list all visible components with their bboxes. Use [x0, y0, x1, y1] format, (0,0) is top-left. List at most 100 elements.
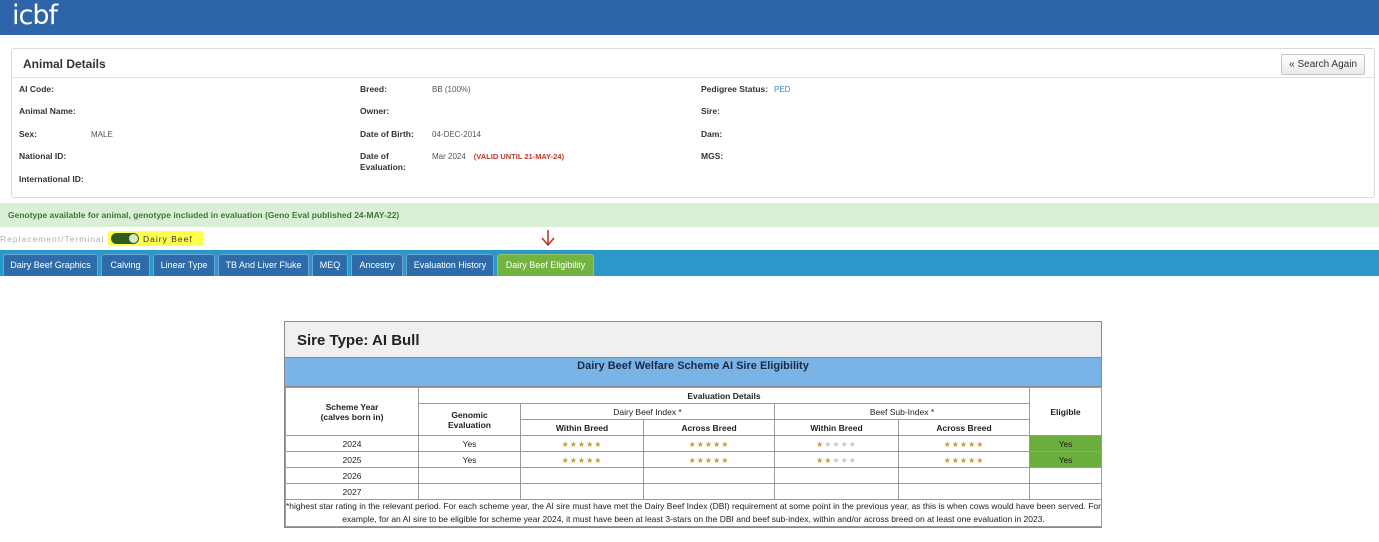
eligibility-footnote: *highest star rating in the relevant per… — [285, 499, 1102, 527]
genotype-notice: Genotype available for animal, genotype … — [0, 203, 1379, 227]
cell-genomic — [418, 467, 521, 484]
tab-evaluation-history[interactable]: Evaluation History — [406, 254, 494, 276]
down-arrow-icon — [541, 230, 555, 247]
field-label: Pedigree Status: — [701, 84, 769, 94]
col-dbi-within-breed: Within Breed — [520, 419, 644, 436]
tab-linear-type[interactable]: Linear Type — [153, 254, 215, 276]
cell-star-rating: ★★★★★ — [898, 435, 1030, 452]
field-label: Breed: — [360, 84, 387, 94]
toggle-knob — [129, 234, 138, 243]
dairy-beef-toggle-switch[interactable] — [111, 233, 139, 244]
header-text: Genomic — [451, 409, 488, 420]
cell-star-rating — [774, 483, 899, 500]
cell-star-rating — [643, 467, 775, 484]
cell-eligible — [1029, 467, 1102, 484]
star-rating: ★★★★★ — [562, 440, 603, 449]
star-icon: ★ — [816, 455, 825, 465]
cell-eligible — [1029, 483, 1102, 500]
cell-genomic — [418, 483, 521, 500]
tab-dairy-beef-eligibility[interactable]: Dairy Beef Eligibility — [497, 254, 594, 276]
star-rating: ★★★★★ — [689, 456, 730, 465]
star-icon: ★ — [959, 455, 969, 465]
cell-star-rating — [898, 467, 1030, 484]
tab-meq[interactable]: MEQ — [312, 254, 348, 276]
star-rating: ★★★★★ — [689, 440, 730, 449]
eligibility-rows: 2024 Yes ★★★★★ ★★★★★ ★★★★★ ★★★★★ Yes 2025 Yes ★★★… — [285, 435, 1102, 500]
star-rating: ★★★★★ — [816, 440, 857, 449]
field-label: Sire: — [701, 106, 720, 116]
star-rating: ★★★★★ — [944, 440, 985, 449]
star-icon: ★ — [951, 439, 960, 449]
field-label: International ID: — [19, 174, 84, 184]
star-icon: ★ — [848, 439, 857, 449]
field-label-line2: Evaluation: — [360, 162, 406, 172]
star-icon: ★ — [696, 455, 705, 465]
col-dairy-beef-index: Dairy Beef Index * — [520, 403, 775, 420]
field-label: MGS: — [701, 151, 724, 161]
field-label: Date of Birth: — [360, 129, 414, 139]
cell-scheme-year: 2025 — [285, 451, 419, 468]
field-label: Owner: — [360, 106, 390, 116]
sire-type-title: Sire Type: AI Bull — [297, 332, 420, 349]
star-icon: ★ — [688, 455, 697, 465]
star-icon: ★ — [569, 439, 578, 449]
tab-dairy-beef-graphics[interactable]: Dairy Beef Graphics — [3, 254, 98, 276]
cell-scheme-year: 2026 — [285, 467, 419, 484]
tab-calving[interactable]: Calving — [101, 254, 150, 276]
cell-star-rating — [774, 467, 899, 484]
cell-genomic: Yes — [418, 435, 521, 452]
star-icon: ★ — [704, 455, 714, 465]
field-label: National ID: — [19, 151, 67, 161]
star-icon: ★ — [721, 455, 730, 465]
field-value: Mar 2024 — [432, 152, 466, 161]
table-row: 2024 Yes ★★★★★ ★★★★★ ★★★★★ ★★★★★ Yes — [285, 435, 1102, 452]
star-icon: ★ — [951, 455, 960, 465]
star-icon: ★ — [832, 439, 841, 449]
star-icon: ★ — [594, 455, 603, 465]
cell-scheme-year: 2027 — [285, 483, 419, 500]
cell-star-rating: ★★★★★ — [898, 451, 1030, 468]
cell-star-rating — [898, 483, 1030, 500]
header-text: Evaluation — [448, 419, 491, 430]
field-label: AI Code: — [19, 84, 54, 94]
footnote-row: *highest star rating in the relevant per… — [285, 499, 1102, 527]
col-beef-sub-index: Beef Sub-Index * — [774, 403, 1030, 420]
col-genomic-evaluation: Genomic Evaluation — [418, 403, 521, 436]
cell-scheme-year: 2024 — [285, 435, 419, 452]
star-icon: ★ — [848, 455, 857, 465]
star-icon: ★ — [569, 455, 578, 465]
table-row: 2027 — [285, 483, 1102, 500]
cell-star-rating — [520, 483, 644, 500]
star-icon: ★ — [561, 439, 570, 449]
evaluation-toggle-row: Replacement/Terminal Dairy Beef — [0, 230, 400, 248]
valid-until-note: (VALID UNTIL 21-MAY-24) — [473, 152, 565, 161]
field-label: Sex: — [19, 129, 37, 139]
tab-ancestry[interactable]: Ancestry — [351, 254, 403, 276]
star-icon: ★ — [561, 455, 570, 465]
tab-bar: Dairy Beef Graphics Calving Linear Type … — [0, 250, 1379, 276]
star-icon: ★ — [976, 439, 985, 449]
icbf-logo[interactable]: icbf — [12, 2, 58, 30]
cell-genomic: Yes — [418, 451, 521, 468]
field-label: Animal Name: — [19, 106, 76, 116]
panel-title: Animal Details — [23, 57, 106, 71]
cell-star-rating: ★★★★★ — [520, 451, 644, 468]
star-icon: ★ — [943, 439, 952, 449]
col-evaluation-details: Evaluation Details — [418, 387, 1030, 404]
header-text: Scheme Year — [325, 401, 379, 412]
col-beef-within-breed: Within Breed — [774, 419, 899, 436]
cell-star-rating: ★★★★★ — [520, 435, 644, 452]
field-label: Dam: — [701, 129, 723, 139]
card-header: Sire Type: AI Bull — [285, 322, 1101, 358]
eligibility-card: Sire Type: AI Bull Dairy Beef Welfare Sc… — [284, 321, 1102, 528]
animal-details-panel: Animal Details « Search Again AI Code: A… — [11, 48, 1375, 198]
search-again-button[interactable]: « Search Again — [1281, 54, 1365, 75]
cell-eligible: Yes — [1029, 435, 1102, 452]
col-scheme-year: Scheme Year (calves born in) — [285, 387, 419, 436]
star-rating: ★★★★★ — [816, 456, 857, 465]
tab-tb-and-liver-fluke[interactable]: TB And Liver Fluke — [218, 254, 309, 276]
panel-header: Animal Details « Search Again — [12, 49, 1374, 78]
cell-star-rating — [520, 467, 644, 484]
pedigree-status-link[interactable]: PED — [774, 85, 790, 94]
col-dbi-across-breed: Across Breed — [643, 419, 775, 436]
